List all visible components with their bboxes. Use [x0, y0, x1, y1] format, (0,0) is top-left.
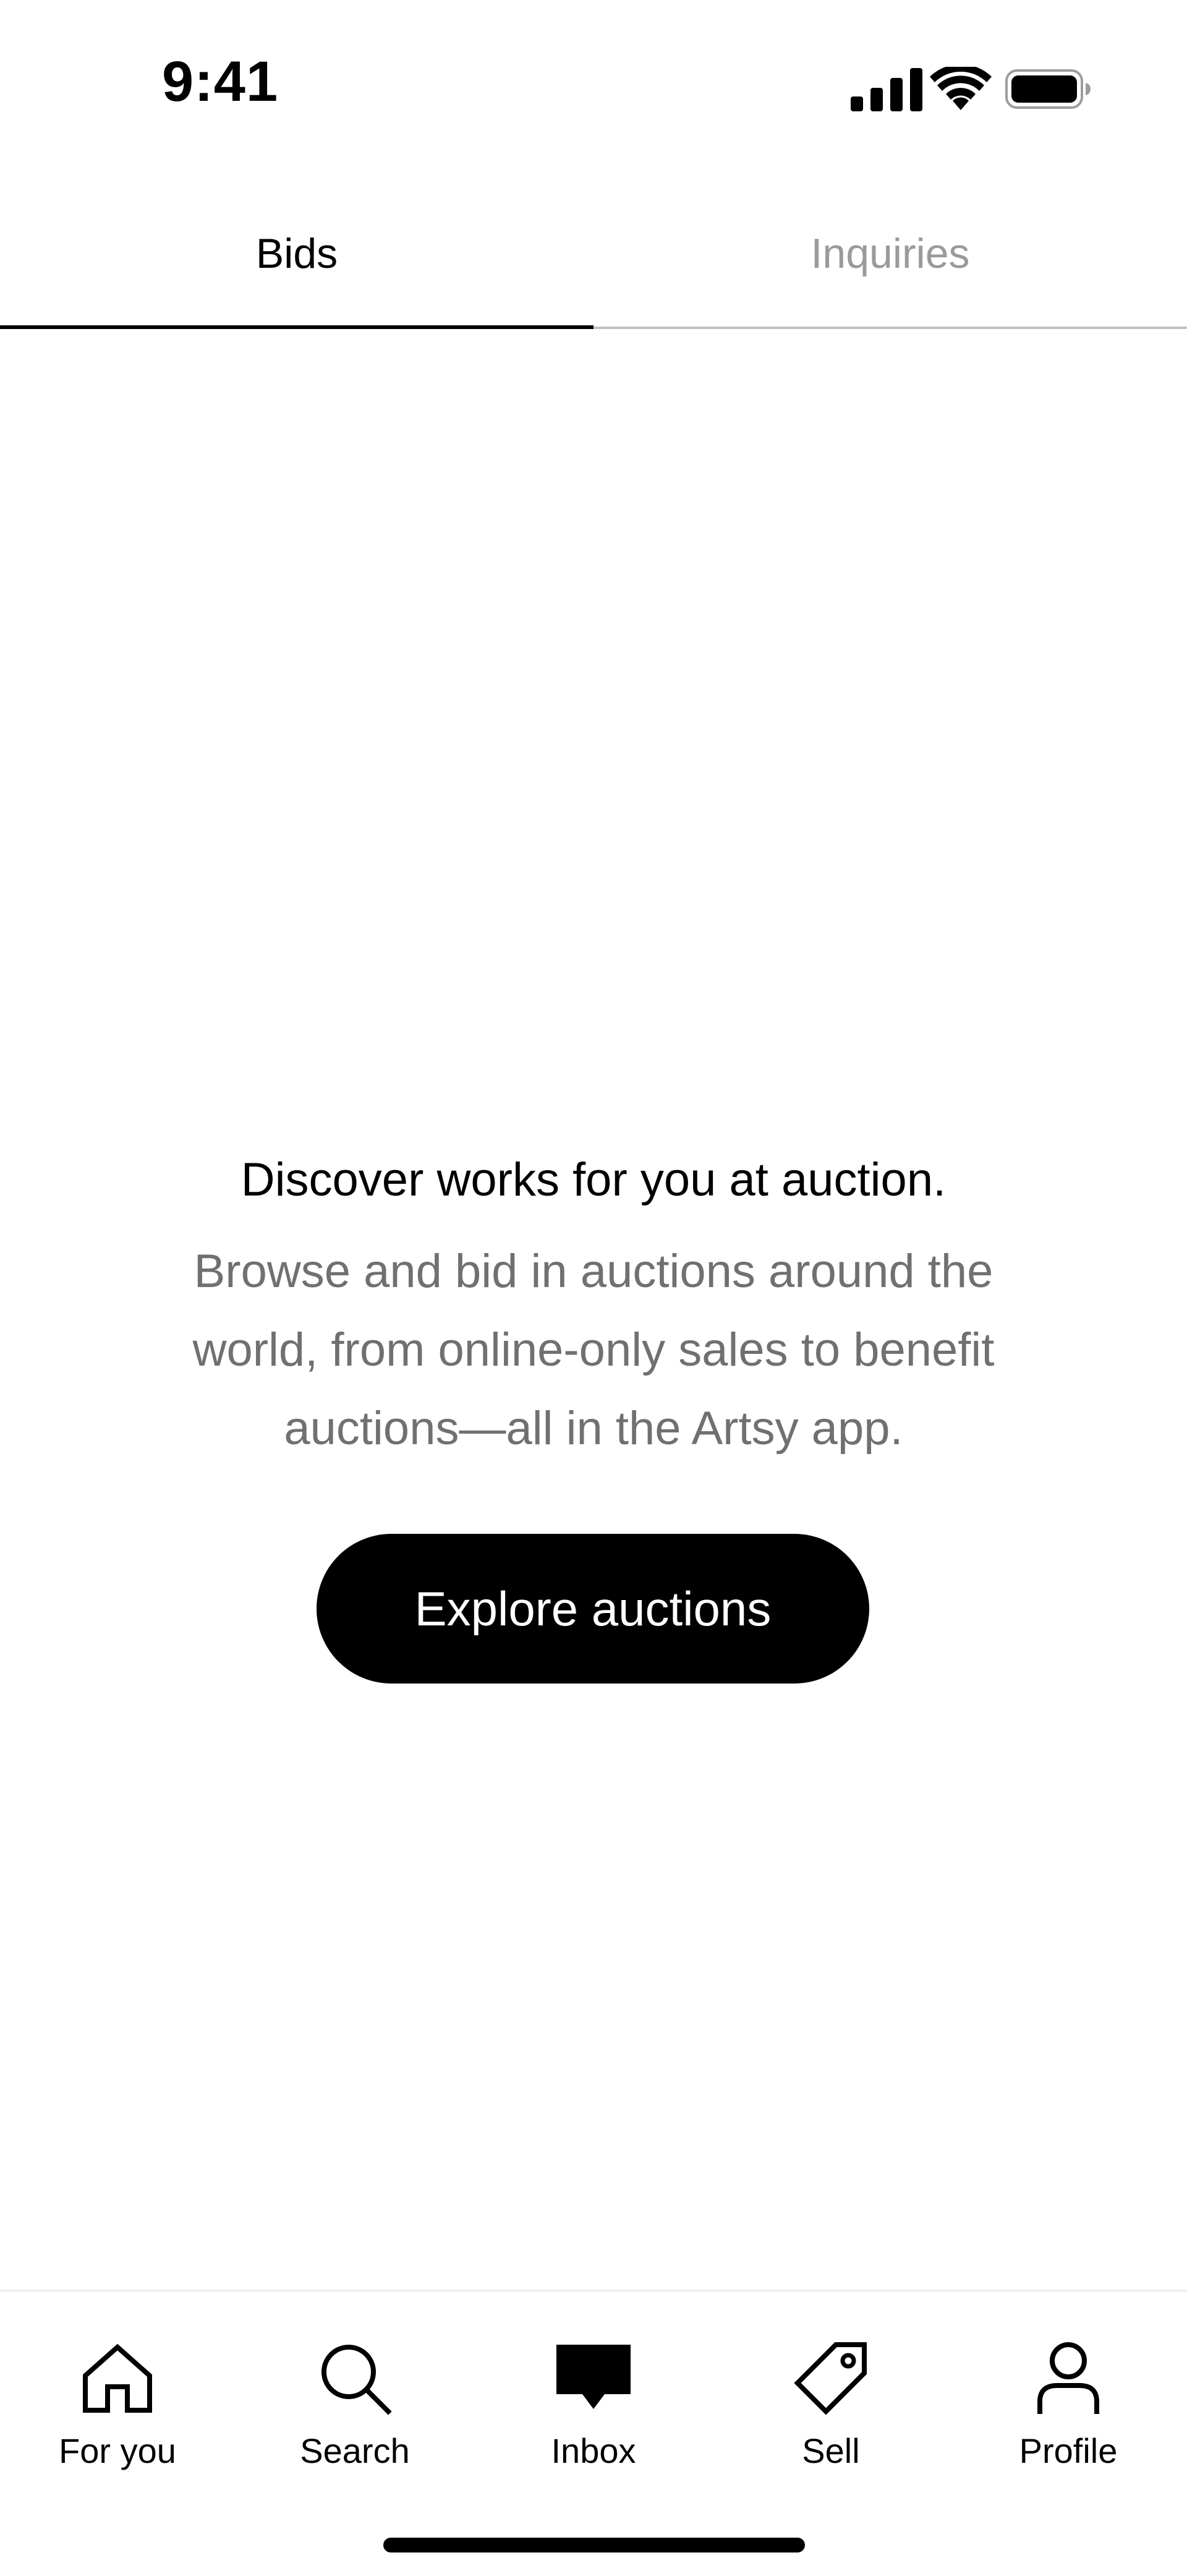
- nav-label-profile: Profile: [1019, 2431, 1118, 2470]
- nav-item-sell[interactable]: Sell: [738, 2341, 924, 2489]
- tab-active-indicator: [0, 325, 594, 329]
- profile-icon: [1037, 2342, 1099, 2414]
- empty-state-title: Discover works for you at auction.: [240, 1153, 947, 1206]
- tab-inquiries[interactable]: Inquiries: [594, 179, 1187, 328]
- nav-label-search: Search: [300, 2431, 410, 2470]
- search-icon: [321, 2345, 392, 2415]
- nav-label-for-you: For you: [59, 2431, 176, 2470]
- bottom-nav: For you Search Inbox Sell Profile: [0, 2290, 1187, 2576]
- explore-auctions-button[interactable]: Explore auctions: [317, 1534, 869, 1684]
- tag-icon: [794, 2342, 867, 2415]
- home-icon: [83, 2343, 152, 2413]
- battery-icon: [1005, 69, 1091, 109]
- inbox-icon: [556, 2345, 631, 2409]
- nav-item-search[interactable]: Search: [262, 2341, 448, 2489]
- nav-item-inbox[interactable]: Inbox: [501, 2341, 686, 2489]
- nav-label-inbox: Inbox: [551, 2431, 636, 2470]
- cellular-signal-icon: [851, 68, 922, 111]
- empty-state: Discover works for you at auction. Brows…: [0, 1145, 1187, 1468]
- wifi-icon: [930, 67, 992, 110]
- empty-state-description: Browse and bid in auctions around the wo…: [192, 1245, 995, 1455]
- status-time: 9:41: [162, 50, 279, 113]
- home-indicator[interactable]: [383, 2538, 805, 2552]
- nav-label-sell: Sell: [802, 2431, 860, 2470]
- nav-item-for-you[interactable]: For you: [25, 2341, 210, 2489]
- nav-item-profile[interactable]: Profile: [976, 2341, 1161, 2489]
- tab-bar: Bids Inquiries: [0, 179, 1187, 330]
- tab-bids[interactable]: Bids: [0, 179, 594, 328]
- status-bar: 9:41: [0, 0, 1187, 173]
